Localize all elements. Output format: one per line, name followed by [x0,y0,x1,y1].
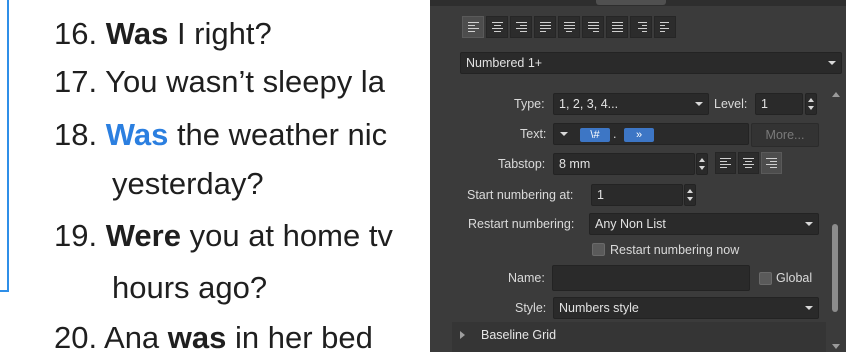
alignment-toolbar [462,16,678,38]
expand-arrow-icon [460,331,465,339]
tabstop-field[interactable]: 8 mm [553,153,695,175]
restart-numbering-label: Restart numbering: [468,217,575,231]
global-checkbox[interactable] [759,272,772,285]
doc-line-17: 17. You wasn’t sleepy la [54,64,385,99]
chevron-down-icon [828,61,836,65]
justify-all-icon[interactable] [606,16,628,38]
level-field[interactable]: 1 [755,93,803,115]
number-type-value: 1, 2, 3, 4... [559,97,619,111]
paragraph-panel: Numbered 1+ Type: 1, 2, 3, 4... Level: 1… [430,0,846,352]
start-numbering-value: 1 [597,188,604,202]
chevron-down-icon [695,102,703,106]
number-token[interactable]: \# [580,128,610,142]
more-button[interactable]: More... [751,123,819,147]
number-format-field[interactable]: \# . » [553,123,749,145]
align-center-icon[interactable] [486,16,508,38]
tab-align-right-icon[interactable] [761,152,782,174]
tabstop-value: 8 mm [559,157,591,171]
level-stepper[interactable] [805,93,817,115]
level-value: 1 [761,97,768,111]
level-label: Level: [714,97,748,111]
list-style-value: Numbered 1+ [466,56,543,70]
name-label: Name: [508,271,545,285]
panel-scrollbar[interactable] [829,80,841,352]
type-label: Type: [514,97,545,111]
start-numbering-field[interactable]: 1 [591,184,683,206]
document-canvas[interactable]: 16. Was I right? 17. You wasn’t sleepy l… [0,0,438,352]
list-style-dropdown[interactable]: Numbered 1+ [460,52,842,74]
restart-now-checkbox[interactable] [592,243,605,256]
align-towards-spine-icon[interactable] [630,16,652,38]
doc-line-18-cont: yesterday? [112,166,264,201]
chevron-down-icon [805,222,813,226]
tabstop-stepper[interactable] [696,153,708,175]
restart-numbering-dropdown[interactable]: Any Non List [589,213,819,235]
tab-alignment-group [715,152,784,174]
baseline-grid-section-header[interactable]: Baseline Grid [452,322,826,352]
baseline-grid-label: Baseline Grid [481,328,557,342]
tab-align-left-icon[interactable] [715,152,736,174]
panel-scroll-thumb[interactable] [832,224,838,312]
doc-line-19-cont: hours ago? [112,270,268,305]
global-label: Global [776,271,813,285]
align-left-icon[interactable] [462,16,484,38]
style-label: Style: [515,301,547,315]
paragraph-style-value: Numbers style [559,301,639,315]
tab-token[interactable]: » [624,128,654,142]
panel-scroll-down-icon[interactable] [832,344,840,349]
tabstop-label: Tabstop: [498,157,546,171]
chevron-down-icon [560,132,568,136]
restart-now-label: Restart numbering now [610,243,740,257]
chevron-down-icon [805,306,813,310]
doc-line-16: 16. Was I right? [54,16,272,51]
tab-align-center-icon[interactable] [738,152,759,174]
align-away-spine-icon[interactable] [654,16,676,38]
align-right-icon[interactable] [510,16,532,38]
doc-line-18: 18. Was the weather nic [54,117,388,152]
justify-right-icon[interactable] [582,16,604,38]
paragraph-style-dropdown[interactable]: Numbers style [553,297,819,319]
justify-left-icon[interactable] [534,16,556,38]
number-type-dropdown[interactable]: 1, 2, 3, 4... [553,93,709,115]
doc-line-19: 19. Were you at home tv [54,218,393,253]
separator-text: . [613,127,617,141]
restart-numbering-value: Any Non List [595,217,666,231]
doc-line-20: 20. Ana was in her bed [54,320,373,352]
panel-active-tab[interactable] [596,0,666,5]
start-numbering-label: Start numbering at: [467,188,574,202]
start-numbering-stepper[interactable] [684,184,696,206]
name-field[interactable] [552,265,750,291]
justify-center-icon[interactable] [558,16,580,38]
text-label: Text: [520,127,547,141]
